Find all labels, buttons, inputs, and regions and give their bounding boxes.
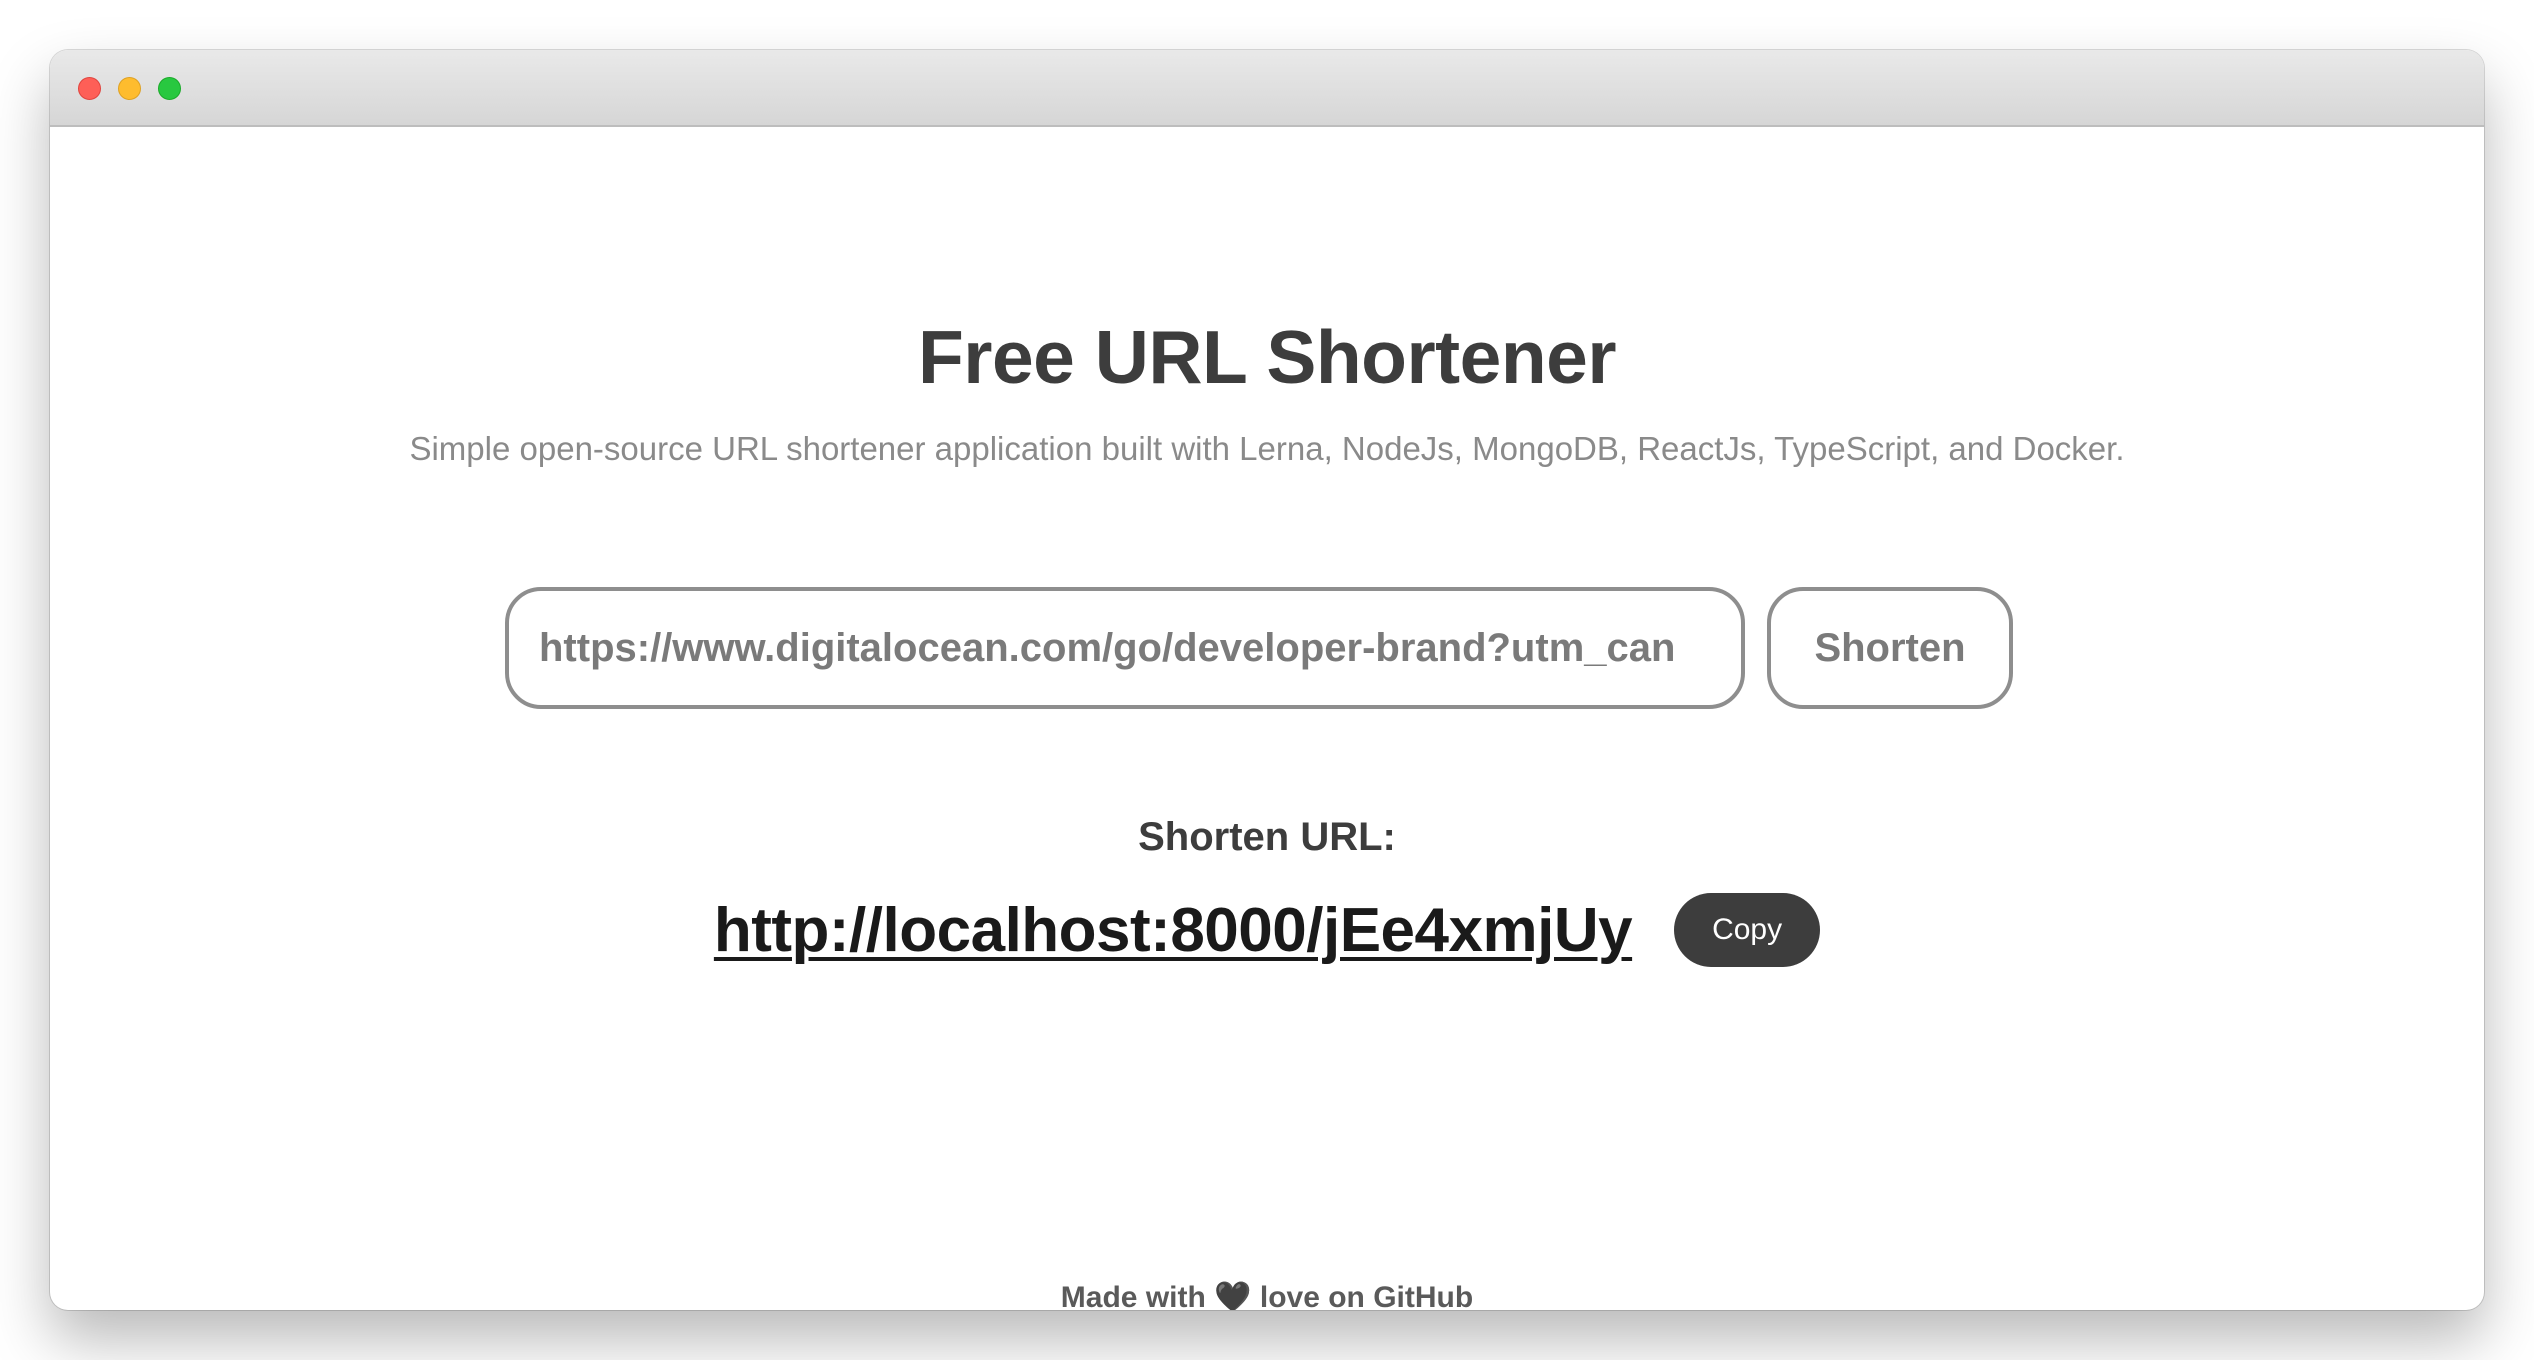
shorten-url-label: Shorten URL: <box>1138 815 1396 859</box>
page-content: Free URL Shortener Simple open-source UR… <box>50 127 2484 1310</box>
heart-icon: 🖤 <box>1214 1281 1252 1310</box>
zoom-window-button[interactable] <box>158 77 181 100</box>
close-window-button[interactable] <box>78 77 101 100</box>
shorten-button[interactable]: Shorten <box>1767 587 2013 709</box>
long-url-input[interactable] <box>505 587 1745 709</box>
footer-prefix: Made with <box>1060 1281 1206 1310</box>
github-link[interactable]: love on GitHub <box>1260 1281 1473 1310</box>
page-title: Free URL Shortener <box>917 315 1617 399</box>
window-titlebar <box>50 50 2484 127</box>
footer: Made with 🖤 love on GitHub <box>50 1280 2484 1310</box>
browser-window: Free URL Shortener Simple open-source UR… <box>50 50 2484 1310</box>
short-url-link[interactable]: http://localhost:8000/jEe4xmjUy <box>714 895 1633 966</box>
copy-button[interactable]: Copy <box>1674 893 1821 967</box>
result-row: http://localhost:8000/jEe4xmjUy Copy <box>50 890 2484 970</box>
minimize-window-button[interactable] <box>118 77 141 100</box>
page-subtitle: Simple open-source URL shortener applica… <box>409 430 2125 467</box>
